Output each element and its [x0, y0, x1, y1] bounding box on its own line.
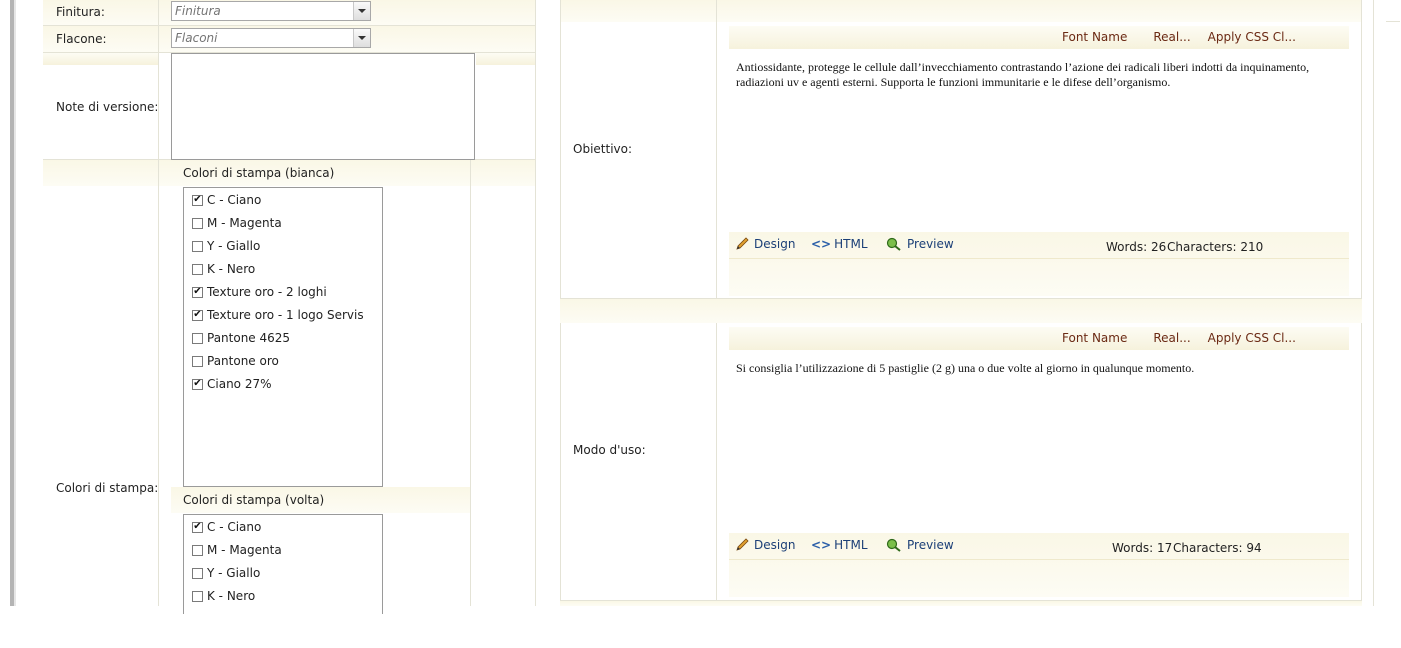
html-mode-button[interactable]: <> HTML [811, 538, 868, 552]
checkbox-label: Y - Giallo [207, 239, 261, 253]
checkbox-unchecked[interactable] [192, 567, 203, 579]
chevron-down-icon [358, 36, 366, 40]
obiettivo-label: Obiettivo: [573, 142, 633, 156]
checkbox-row[interactable]: M - Magenta [192, 214, 282, 232]
colori-bianca-listbox[interactable]: ✔ C - Ciano M - Magenta Y - Giallo K - Nero ✔… [183, 187, 383, 487]
checkbox-row[interactable]: K - Nero [192, 260, 255, 278]
checkbox-label: Ciano 27% [207, 377, 272, 391]
checkbox-row[interactable]: ✔ Ciano 27% [192, 375, 272, 393]
scroll-edge-tick [1386, 21, 1400, 22]
checkbox-label: Texture oro - 1 logo Servis [207, 308, 364, 322]
checkbox-label: Texture oro - 2 loghi [207, 285, 327, 299]
code-brackets-icon: <> [811, 538, 832, 552]
obiettivo-editor-toolbar: Font Name Real... Apply CSS Cl... [1062, 30, 1296, 44]
checkbox-unchecked[interactable] [192, 240, 203, 252]
font-name-dropdown[interactable]: Font Name [1062, 331, 1127, 345]
checkbox-unchecked[interactable] [192, 217, 203, 229]
scroll-edge [1373, 0, 1374, 606]
preview-mode-button[interactable]: Preview [886, 538, 954, 552]
right-form-panel: Obiettivo: Font Name Real... Apply CSS C… [560, 0, 1362, 606]
checkbox-unchecked[interactable] [192, 355, 203, 367]
apply-css-dropdown[interactable]: Apply CSS Cl... [1208, 331, 1296, 345]
finitura-input[interactable] [172, 2, 353, 20]
magnifier-icon [886, 538, 901, 552]
checkbox-row[interactable]: ✔ Texture oro - 1 logo Servis [192, 306, 364, 324]
obiettivo-editor: Font Name Real... Apply CSS Cl... Antios… [729, 26, 1349, 296]
code-brackets-icon: <> [811, 237, 832, 251]
font-name-dropdown[interactable]: Font Name [1062, 30, 1127, 44]
checkbox-checked[interactable]: ✔ [192, 309, 203, 321]
colori-di-stampa-label: Colori di stampa: [56, 481, 159, 495]
checkbox-checked[interactable]: ✔ [192, 194, 203, 206]
left-form-panel: Finitura: Flacone: Note di versione: Col… [43, 0, 536, 614]
finitura-combobox[interactable] [171, 1, 371, 21]
checkbox-unchecked[interactable] [192, 590, 203, 602]
note-di-versione-label: Note di versione: [56, 100, 159, 114]
obiettivo-content[interactable]: Antiossidante, protegge le cellule dall’… [736, 60, 1321, 90]
real-dropdown[interactable]: Real... [1153, 331, 1190, 345]
checkbox-row[interactable]: ✔ C - Ciano [192, 191, 261, 209]
colori-volta-title: Colori di stampa (volta) [183, 493, 325, 507]
word-count: Words: 17 [1112, 541, 1173, 555]
checkbox-label: Y - Giallo [207, 566, 261, 580]
checkbox-label: M - Magenta [207, 543, 282, 557]
checkbox-row[interactable]: K - Nero [192, 587, 255, 605]
chevron-down-icon [358, 9, 366, 13]
finitura-label: Finitura: [56, 5, 105, 19]
checkbox-row[interactable]: Pantone oro [192, 352, 279, 370]
html-mode-button[interactable]: <> HTML [811, 237, 868, 251]
checkbox-label: Pantone oro [207, 354, 279, 368]
flacone-combobox[interactable] [171, 28, 371, 48]
modo-d-uso-editor-toolbar: Font Name Real... Apply CSS Cl... [1062, 331, 1296, 345]
flacone-dropdown-button[interactable] [353, 29, 370, 47]
checkbox-label: M - Magenta [207, 216, 282, 230]
checkbox-unchecked[interactable] [192, 332, 203, 344]
checkbox-label: K - Nero [207, 262, 256, 276]
flacone-label: Flacone: [56, 32, 107, 46]
checkbox-label: K - Nero [207, 589, 256, 603]
checkbox-checked[interactable]: ✔ [192, 378, 203, 390]
checkbox-row[interactable]: ✔ Texture oro - 2 loghi [192, 283, 327, 301]
finitura-dropdown-button[interactable] [353, 2, 370, 20]
real-dropdown[interactable]: Real... [1153, 30, 1190, 44]
modo-d-uso-label: Modo d'uso: [573, 443, 646, 457]
pencil-icon [736, 237, 749, 250]
character-count: Characters: 94 [1173, 541, 1262, 555]
preview-mode-button[interactable]: Preview [886, 237, 954, 251]
checkbox-row[interactable]: Y - Giallo [192, 564, 260, 582]
word-count: Words: 26 [1106, 240, 1167, 254]
checkbox-checked[interactable]: ✔ [192, 286, 203, 298]
modo-d-uso-editor: Font Name Real... Apply CSS Cl... Si con… [729, 327, 1349, 597]
checkbox-checked[interactable]: ✔ [192, 521, 203, 533]
checkbox-unchecked[interactable] [192, 263, 203, 275]
checkbox-label: C - Ciano [207, 520, 262, 534]
design-mode-button[interactable]: Design [735, 538, 795, 552]
note-di-versione-textarea[interactable] [171, 53, 475, 160]
character-count: Characters: 210 [1167, 240, 1264, 254]
checkbox-row[interactable]: M - Magenta [192, 541, 282, 559]
window-border-inner [14, 0, 16, 606]
checkbox-label: C - Ciano [207, 193, 262, 207]
apply-css-dropdown[interactable]: Apply CSS Cl... [1208, 30, 1296, 44]
pencil-icon [736, 538, 749, 551]
modo-d-uso-content[interactable]: Si consiglia l’utilizzazione di 5 pastig… [736, 361, 1321, 376]
checkbox-row[interactable]: Pantone 4625 [192, 329, 290, 347]
checkbox-label: Pantone 4625 [207, 331, 291, 345]
design-mode-button[interactable]: Design [735, 237, 795, 251]
magnifier-icon [886, 237, 901, 251]
colori-bianca-title: Colori di stampa (bianca) [183, 166, 335, 180]
checkbox-unchecked[interactable] [192, 544, 203, 556]
colori-volta-listbox[interactable]: ✔ C - Ciano M - Magenta Y - Giallo K - Nero [183, 514, 383, 614]
flacone-input[interactable] [172, 29, 353, 47]
checkbox-row[interactable]: Y - Giallo [192, 237, 260, 255]
checkbox-row[interactable]: ✔ C - Ciano [192, 518, 261, 536]
